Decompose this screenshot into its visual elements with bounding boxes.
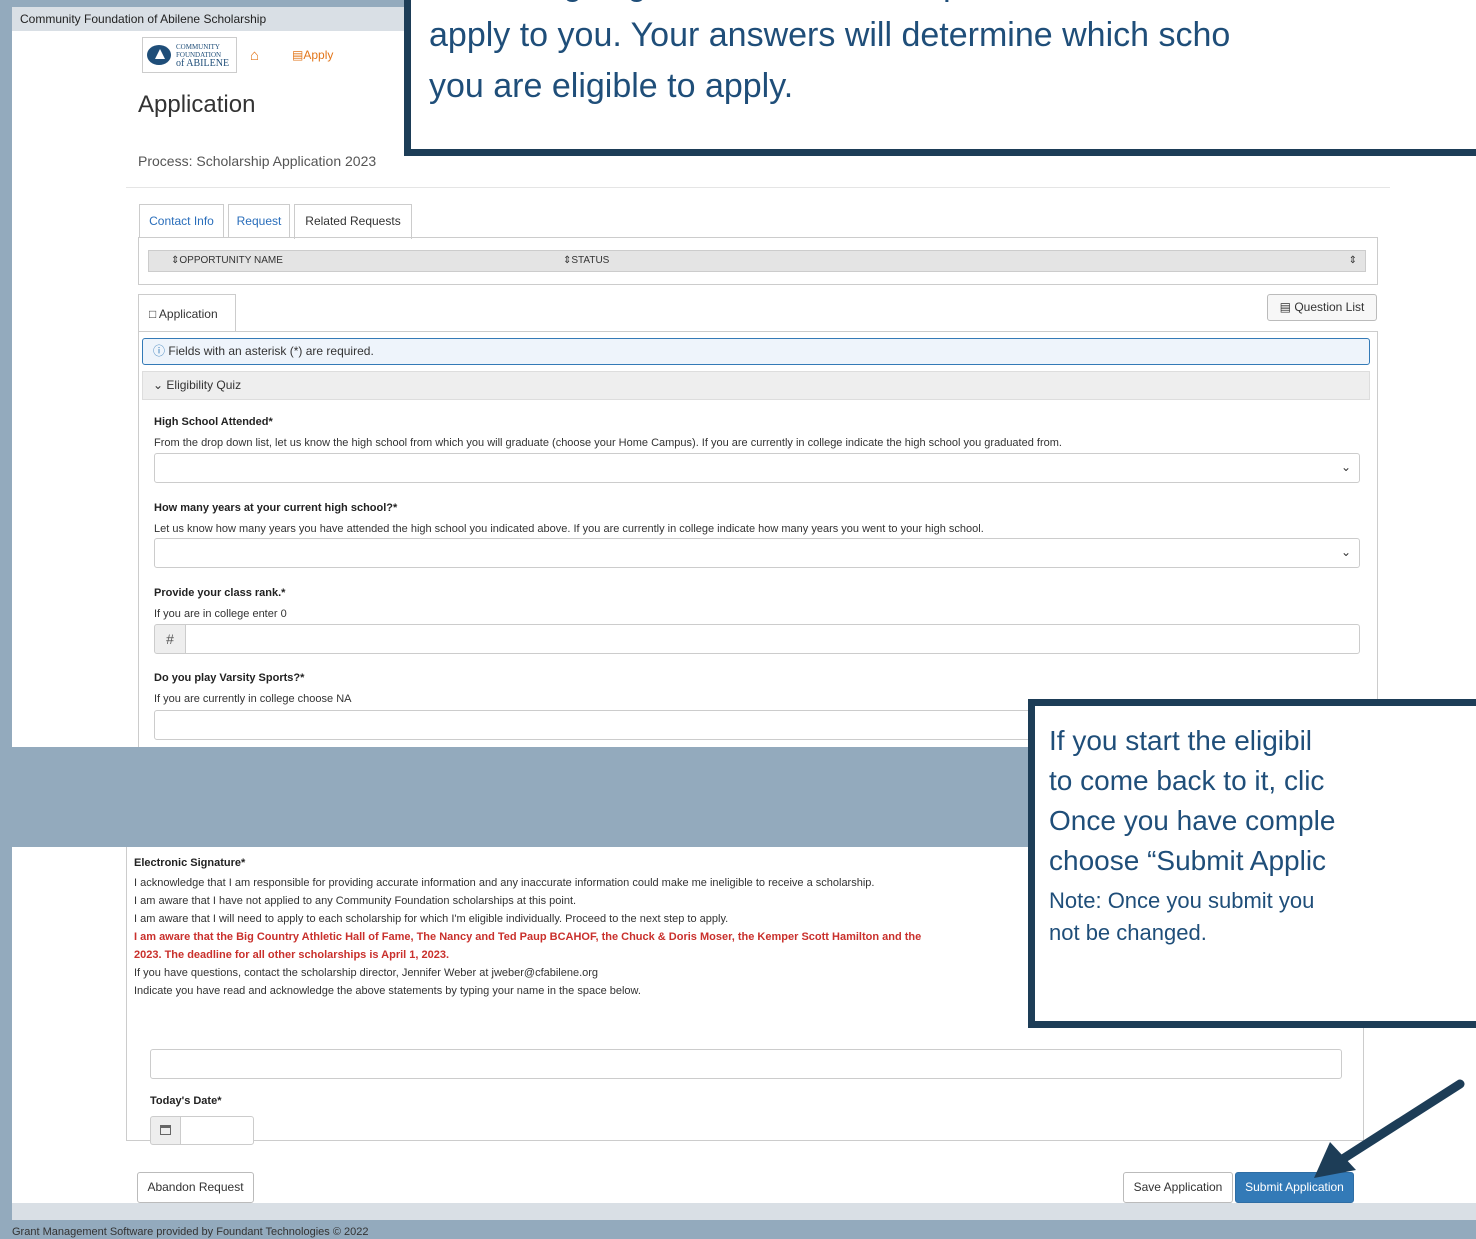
foundation-logo[interactable]: COMMUNITY FOUNDATION of ABILENE — [142, 37, 237, 73]
years-at-school-select[interactable]: ⌄ — [154, 538, 1360, 568]
callout-line: to come back to it, clic — [1049, 765, 1325, 796]
chevron-down-icon: ⌄ — [1340, 460, 1351, 474]
info-icon: ⓘ — [153, 344, 166, 358]
high-school-label: High School Attended* — [154, 416, 273, 428]
electronic-signature-label: Electronic Signature* — [134, 857, 246, 869]
signature-name-input[interactable] — [150, 1049, 1342, 1079]
column-opportunity-name[interactable]: ⇕OPPORTUNITY NAME — [171, 251, 283, 271]
related-requests-table-header: ⇕OPPORTUNITY NAME ⇕STATUS ⇕ — [148, 250, 1366, 272]
years-at-school-help: Let us know how many years you have atte… — [154, 523, 984, 535]
save-application-button[interactable]: Save Application — [1123, 1172, 1233, 1203]
pointer-arrow-icon — [1314, 1079, 1465, 1178]
footer-bar — [12, 1203, 1476, 1220]
footer-text: Grant Management Software provided by Fo… — [12, 1226, 369, 1238]
document-icon: ▤ — [292, 48, 304, 62]
callout-note: Note: Once you submit you — [1049, 888, 1315, 913]
callout-note: not be changed. — [1049, 920, 1207, 945]
years-at-school-label: How many years at your current high scho… — [154, 502, 398, 514]
callout-line: Once you have comple — [1049, 805, 1336, 836]
high-school-select[interactable]: ⌄ — [154, 453, 1360, 483]
callout-line: ...ou are going to be asked a few questi… — [429, 0, 1476, 10]
calendar-icon — [160, 1125, 171, 1135]
logo-star-icon — [147, 45, 171, 65]
instruction-line: Indicate you have read and acknowledge t… — [134, 985, 641, 997]
calendar-button[interactable] — [150, 1116, 181, 1145]
logo-text-top: COMMUNITY FOUNDATION — [176, 43, 222, 59]
deadline-warning-line: 2023. The deadline for all other scholar… — [134, 949, 450, 961]
tab-contact-info[interactable]: Contact Info — [139, 204, 224, 237]
callout-line: you are eligible to apply. — [429, 67, 794, 105]
apply-link[interactable]: ▤Apply — [292, 48, 333, 62]
chevron-down-icon: ⌄ — [153, 378, 164, 392]
eligibility-quiz-section-header[interactable]: ⌄ Eligibility Quiz — [142, 371, 1370, 400]
class-rank-label: Provide your class rank.* — [154, 587, 286, 599]
class-rank-help: If you are in college enter 0 — [154, 608, 287, 620]
callout-line: apply to you. Your answers will determin… — [429, 16, 1231, 54]
deadline-warning-line: I am aware that the Big Country Athletic… — [134, 931, 922, 943]
chevron-down-icon: ⌄ — [1340, 545, 1351, 559]
abandon-request-button[interactable]: Abandon Request — [137, 1172, 254, 1203]
varsity-sports-label: Do you play Varsity Sports?* — [154, 672, 305, 684]
number-addon: # — [154, 624, 186, 654]
tab-request[interactable]: Request — [228, 204, 290, 237]
required-fields-alert: ⓘ Fields with an asterisk (*) are requir… — [142, 338, 1370, 365]
column-status[interactable]: ⇕STATUS — [563, 251, 609, 271]
todays-date-input[interactable] — [180, 1116, 254, 1145]
file-icon: □ — [149, 307, 157, 321]
todays-date-label: Today's Date* — [150, 1095, 222, 1107]
acknowledgement-line: I acknowledge that I am responsible for … — [134, 877, 875, 889]
process-label: Process: Scholarship Application 2023 — [138, 153, 377, 169]
logo-text-bottom: of ABILENE — [176, 58, 230, 69]
callout-line: choose “Submit Applic — [1049, 845, 1327, 876]
tab-related-requests[interactable]: Related Requests — [294, 204, 412, 239]
question-list-button[interactable]: ▤ Question List — [1267, 294, 1377, 321]
instruction-callout-submit: If you start the eligibil to come back t… — [1028, 699, 1476, 1028]
page-title: Application — [138, 91, 256, 118]
acknowledgement-line: I am aware that I will need to apply to … — [134, 913, 729, 925]
divider — [126, 187, 1390, 188]
tab-application[interactable]: □ Application — [138, 294, 236, 332]
sort-arrows-icon[interactable]: ⇕ — [1349, 251, 1357, 271]
pdf-icon: ▤ — [1279, 300, 1291, 314]
home-icon[interactable]: ⌂ — [250, 47, 259, 64]
contact-line: If you have questions, contact the schol… — [134, 967, 599, 979]
class-rank-input[interactable] — [185, 624, 1360, 654]
varsity-sports-help: If you are currently in college choose N… — [154, 693, 352, 705]
callout-line: If you start the eligibil — [1049, 725, 1313, 756]
instruction-callout-top: ...ou are going to be asked a few questi… — [404, 0, 1476, 156]
high-school-help: From the drop down list, let us know the… — [154, 437, 1062, 449]
acknowledgement-line: I am aware that I have not applied to an… — [134, 895, 577, 907]
